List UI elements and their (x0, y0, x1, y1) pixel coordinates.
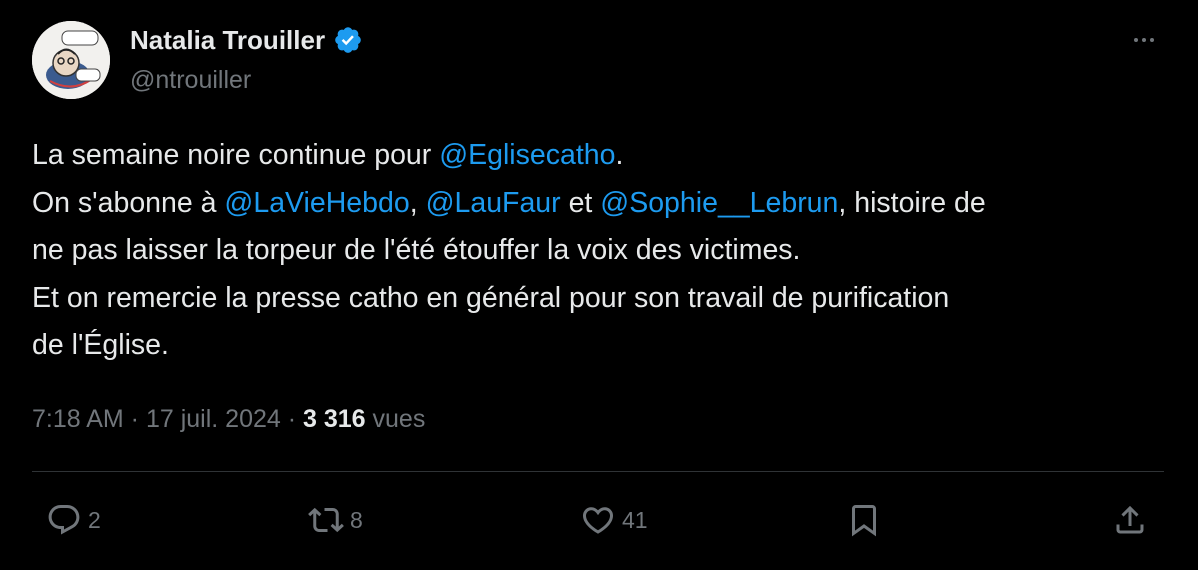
mention-link[interactable]: @Eglisecatho (439, 139, 615, 171)
tweet-date[interactable]: 17 juil. 2024 (146, 405, 281, 433)
tweet-text-segment: On s'abonne à (32, 186, 225, 219)
tweet-text-line: On s'abonne à @LaVieHebdo, @LauFaur et @… (32, 180, 1162, 228)
like-icon (580, 502, 616, 538)
reply-icon (46, 502, 82, 538)
repost-icon (308, 502, 344, 538)
bookmark-icon (846, 502, 882, 538)
tweet-text-line: ne pas laisser la torpeur de l'été étouf… (32, 227, 1162, 275)
tweet-text-line: La semaine noire continue pour @Egliseca… (32, 132, 1162, 180)
views-label: vues (365, 405, 426, 433)
more-icon[interactable] (1128, 28, 1160, 52)
tweet-text-segment: , histoire de (838, 186, 986, 219)
tweet-text-segment: . (615, 139, 624, 171)
tweet-meta: 7:18 AM · 17 juil. 2024 · 3 316 vues (32, 403, 425, 435)
author-handle[interactable]: @ntrouiller (130, 64, 251, 96)
author-display-name[interactable]: Natalia Trouiller (130, 24, 325, 56)
bookmark-button[interactable] (846, 502, 882, 538)
share-button[interactable] (1112, 502, 1148, 538)
tweet-text-segment: Et on remercie la presse catho en généra… (32, 281, 950, 314)
like-count: 41 (622, 506, 648, 533)
divider (32, 471, 1164, 472)
tweet-text: La semaine noire continue pour @Egliseca… (32, 132, 1162, 370)
tweet-text-segment: et (560, 186, 601, 219)
tweet-text-segment: ne pas laisser la torpeur de l'été étouf… (32, 234, 801, 266)
mention-link[interactable]: @Sophie__Lebrun (600, 187, 838, 219)
repost-button[interactable]: 8 (308, 502, 363, 538)
tweet-text-segment: La semaine noire continue pour (32, 139, 440, 171)
tweet-text-line: Et on remercie la presse catho en généra… (32, 275, 1162, 323)
repost-count: 8 (350, 506, 363, 533)
tweet-text-segment: , (409, 186, 426, 219)
mention-link[interactable]: @LauFaur (426, 187, 561, 219)
views-count: 3 316 (303, 405, 366, 433)
share-icon (1112, 502, 1148, 538)
avatar[interactable] (32, 21, 110, 99)
mention-link[interactable]: @LaVieHebdo (224, 187, 409, 219)
verified-badge-icon[interactable] (333, 25, 363, 55)
meta-separator: · (123, 405, 146, 433)
author-name-row[interactable]: Natalia Trouiller (130, 24, 363, 56)
reply-count: 2 (88, 506, 101, 533)
tweet-time[interactable]: 7:18 AM (32, 405, 124, 433)
like-button[interactable]: 41 (580, 502, 648, 538)
tweet-text-line: de l'Église. (32, 322, 1162, 370)
reply-button[interactable]: 2 (46, 502, 101, 538)
meta-separator: · (280, 405, 303, 433)
tweet-text-segment: de l'Église. (32, 329, 169, 361)
